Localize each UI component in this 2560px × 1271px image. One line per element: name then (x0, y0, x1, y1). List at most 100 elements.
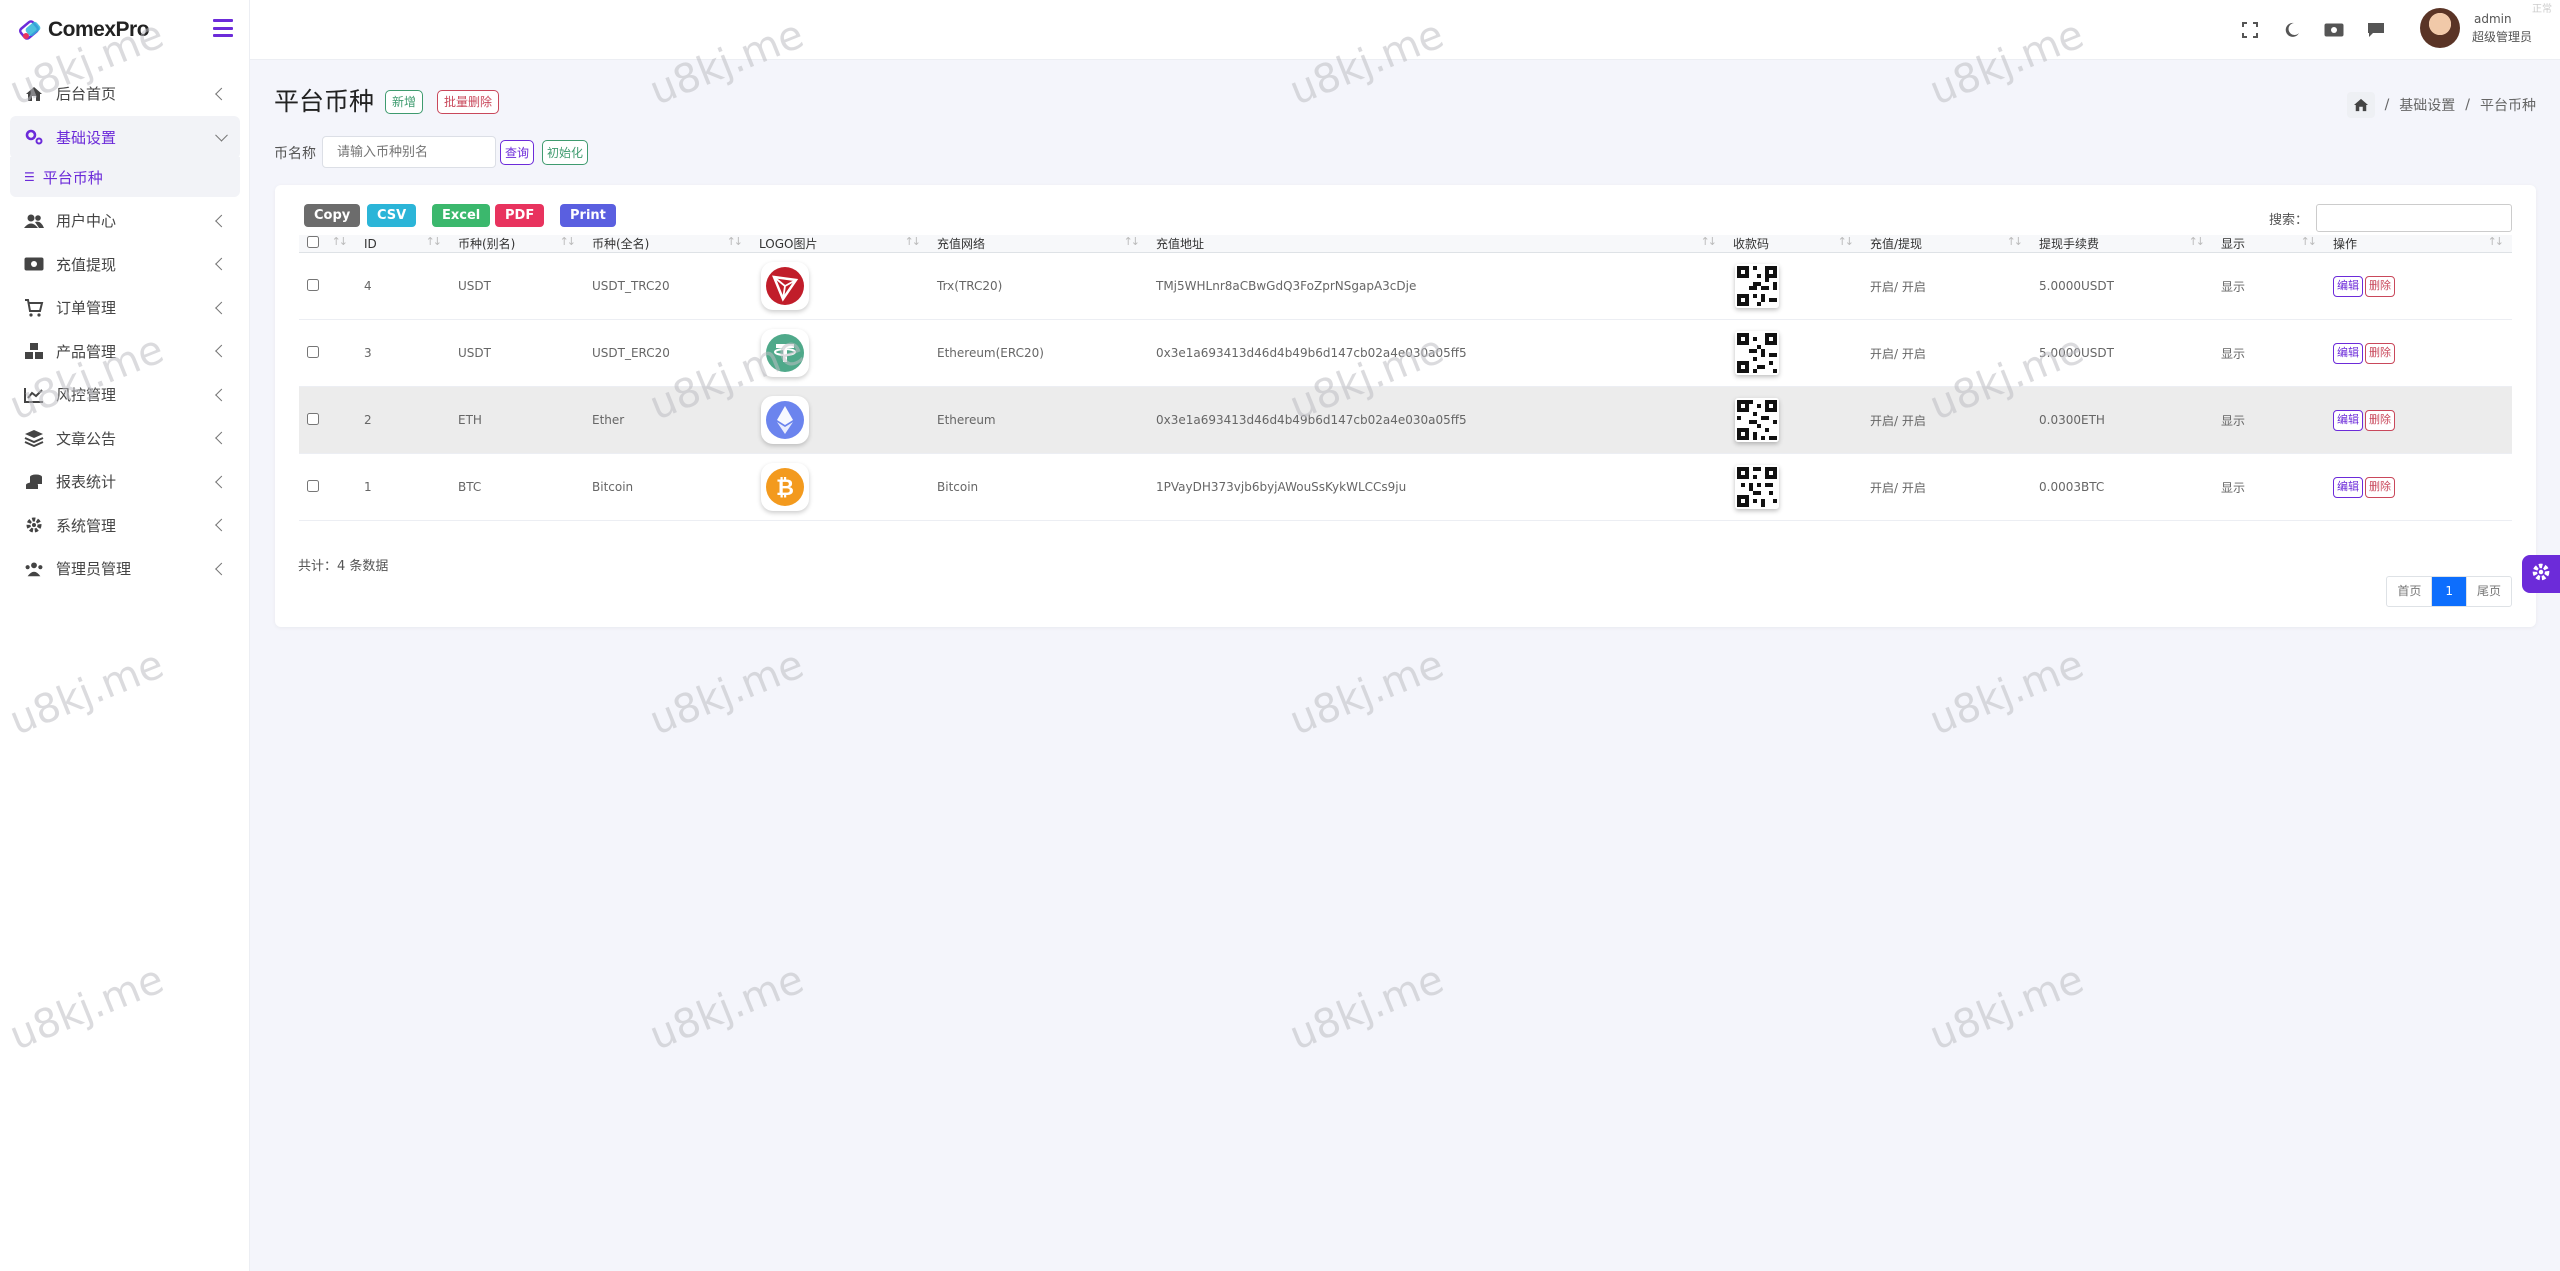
cart-icon (24, 298, 44, 318)
column-header[interactable]: 充值地址 ↑↓ (1148, 235, 1725, 253)
batch-delete-button[interactable]: 批量删除 (437, 90, 500, 114)
user-name: admin (2473, 12, 2512, 26)
column-header[interactable]: ID ↑↓ (356, 235, 450, 253)
sort-icon[interactable]: ↑↓ (2301, 235, 2318, 248)
money-icon (24, 254, 44, 274)
cell-full-name: Ether (584, 386, 751, 454)
table-row: 4 USDT USDT_TRC20 Trx(TRC20) TMj5WHLnr8a… (299, 252, 2512, 320)
sidebar-item-user-center[interactable]: 用户中心 (10, 199, 240, 243)
print-button[interactable]: Print (560, 204, 616, 227)
edit-button[interactable]: 编辑 (2333, 342, 2363, 364)
column-header[interactable]: 显示 ↑↓ (2213, 235, 2325, 253)
cell-status: 开启/ 开启 (1862, 386, 2031, 454)
sidebar-item-orders[interactable]: 订单管理 (10, 286, 240, 330)
table-search-input[interactable] (2316, 204, 2512, 232)
watermark: u8kj.me (1283, 956, 1451, 1060)
sidebar-item-articles[interactable]: 文章公告 (10, 417, 240, 461)
settings-float-button[interactable] (2522, 555, 2560, 593)
column-header[interactable]: 收款码 ↑↓ (1725, 235, 1862, 253)
message-icon[interactable] (2366, 20, 2386, 40)
sidebar-subitem-label: 平台币种 (42, 168, 103, 187)
moon-icon[interactable] (2282, 20, 2302, 40)
sort-icon[interactable]: ↑↓ (905, 235, 922, 248)
delete-button[interactable]: 删除 (2365, 275, 2395, 297)
column-header[interactable]: LOGO图片 ↑↓ (751, 235, 929, 253)
column-header[interactable]: 币种(全名) ↑↓ (584, 235, 751, 253)
sidebar-item-products[interactable]: 产品管理 (10, 330, 240, 374)
sidebar-item-reports[interactable]: 报表统计 (10, 460, 240, 504)
excel-button[interactable]: Excel (432, 204, 491, 227)
sort-icon[interactable]: ↑↓ (1838, 235, 1855, 248)
delete-button[interactable]: 删除 (2365, 409, 2395, 431)
row-checkbox[interactable] (307, 278, 319, 291)
fullscreen-icon[interactable] (2240, 20, 2260, 40)
chevron-left-icon (215, 87, 228, 101)
cell-alias: ETH (450, 386, 584, 454)
edit-button[interactable]: 编辑 (2333, 275, 2363, 297)
gear-icon (2531, 562, 2551, 586)
sidebar-item-system[interactable]: 系统管理 (10, 504, 240, 548)
sidebar-item-deposit-withdraw[interactable]: 充值提现 (10, 243, 240, 287)
select-all-checkbox[interactable] (307, 236, 319, 248)
page-1-button[interactable]: 1 (2431, 577, 2466, 606)
row-checkbox[interactable] (307, 412, 319, 425)
initialize-button[interactable]: 初始化 (542, 140, 589, 165)
cell-fee: 5.0000USDT (2031, 319, 2213, 387)
column-header: 操作 ↑↓ (2325, 235, 2512, 253)
sidebar-item-risk-control[interactable]: 风控管理 (10, 373, 240, 417)
sort-icon[interactable]: ↑↓ (560, 235, 577, 248)
money-icon[interactable] (2324, 20, 2344, 40)
coin-name-search-input[interactable] (322, 136, 496, 168)
brand[interactable]: ComexPro (0, 0, 249, 60)
menu-toggle-button[interactable] (213, 19, 233, 37)
coin-table-card: Copy CSV Excel PDF Print 搜索： ↑↓ ID ↑↓ 币种(… (275, 185, 2536, 627)
user-menu[interactable]: admin 超级管理员 (2419, 8, 2532, 48)
sort-icon[interactable]: ↑↓ (1124, 235, 1141, 248)
chevron-left-icon (215, 431, 228, 445)
copy-button[interactable]: Copy (304, 204, 361, 227)
add-button[interactable]: 新增 (385, 90, 424, 114)
chevron-left-icon (215, 301, 228, 315)
query-button[interactable]: 查询 (500, 140, 535, 165)
home-icon[interactable] (2346, 92, 2375, 118)
sidebar-item-label: 用户中心 (56, 212, 117, 231)
cell-status: 开启/ 开启 (1862, 319, 2031, 387)
sort-icon[interactable]: ↑↓ (1701, 235, 1718, 248)
select-all-header: ↑↓ (299, 235, 356, 253)
sidebar-item-admins[interactable]: 管理员管理 (10, 547, 240, 591)
sidebar-subitem-platform-coins[interactable]: ☰ 平台币种 (10, 157, 240, 197)
cell-fee: 0.0300ETH (2031, 386, 2213, 454)
user-role: 超级管理员 (2471, 30, 2532, 44)
edit-button[interactable]: 编辑 (2333, 476, 2363, 498)
cell-status: 开启/ 开启 (1862, 252, 2031, 320)
column-header[interactable]: 充值网络 ↑↓ (929, 235, 1148, 253)
sidebar-item-label: 基础设置 (56, 128, 117, 147)
delete-button[interactable]: 删除 (2365, 476, 2395, 498)
first-page-button[interactable]: 首页 (2387, 577, 2431, 606)
sort-icon[interactable]: ↑↓ (727, 235, 744, 248)
last-page-button[interactable]: 尾页 (2465, 577, 2511, 606)
column-header[interactable]: 提现手续费 ↑↓ (2031, 235, 2213, 253)
csv-button[interactable]: CSV (367, 204, 417, 227)
qr-code-icon (1735, 331, 1779, 375)
sidebar-item-basic-settings[interactable]: 基础设置 (10, 115, 240, 159)
breadcrumb-item[interactable]: 基础设置 (2399, 95, 2455, 115)
watermark: u8kj.me (643, 956, 811, 1060)
bitcoin-icon: ₿ (761, 463, 809, 511)
column-header[interactable]: 充值/提现 ↑↓ (1862, 235, 2031, 253)
delete-button[interactable]: 删除 (2365, 342, 2395, 364)
pdf-button[interactable]: PDF (495, 204, 545, 227)
row-checkbox[interactable] (307, 345, 319, 358)
column-header[interactable]: 币种(别名) ↑↓ (450, 235, 584, 253)
sort-icon[interactable]: ↑↓ (2007, 235, 2024, 248)
edit-button[interactable]: 编辑 (2333, 409, 2363, 431)
sidebar-item-dashboard[interactable]: 后台首页 (10, 72, 240, 116)
tether-icon (761, 329, 809, 377)
sort-icon[interactable]: ↑↓ (2189, 235, 2206, 248)
sort-icon[interactable]: ↑↓ (426, 235, 443, 248)
row-checkbox[interactable] (307, 479, 319, 492)
filter-label: 币名称 (274, 146, 316, 162)
pagination: 首页 1 尾页 (2386, 576, 2512, 607)
coins-icon (24, 472, 44, 492)
sort-icon[interactable]: ↑↓ (2488, 235, 2505, 248)
